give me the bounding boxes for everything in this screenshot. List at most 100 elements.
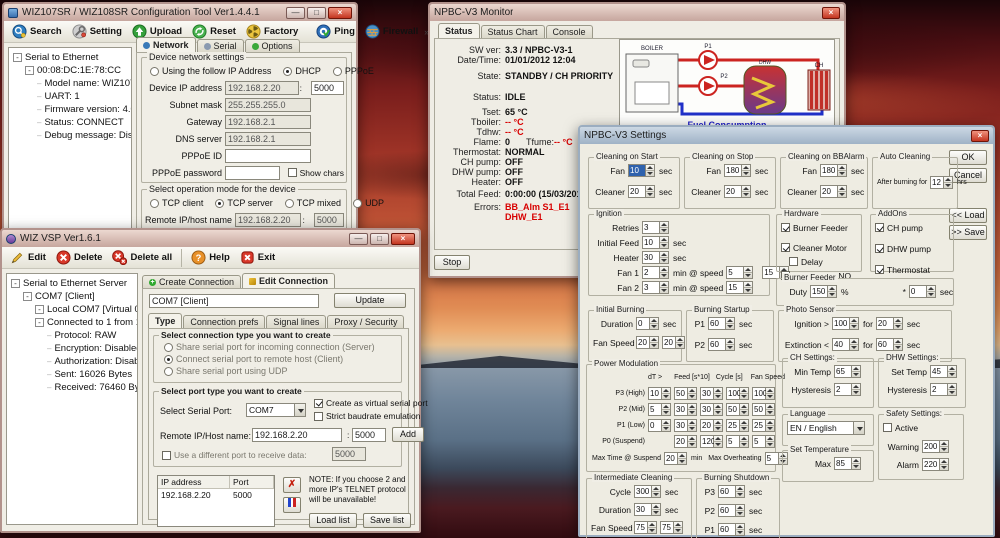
spinner-down-icon[interactable] — [766, 442, 774, 447]
spinner-down-icon[interactable] — [838, 171, 846, 176]
load-list-button[interactable]: Load list — [309, 513, 357, 528]
update-button[interactable]: Update — [334, 293, 406, 308]
spinner-value[interactable]: 0 — [636, 317, 650, 330]
spinner-value[interactable]: 85 — [834, 457, 852, 470]
spinner-arrows[interactable] — [766, 435, 775, 448]
receive-port-input[interactable]: 5000 — [332, 447, 366, 461]
spinner-down-icon[interactable] — [742, 192, 750, 197]
load-settings-button[interactable]: << Load — [949, 208, 987, 223]
radio-icon[interactable] — [284, 198, 294, 208]
tree-expand-icon[interactable]: - — [13, 53, 22, 62]
spinner-value[interactable]: 20 — [628, 185, 646, 198]
remote-ip-host-name-input[interactable]: 192.168.2.20 — [235, 212, 302, 227]
spinner-arrows[interactable] — [940, 458, 949, 471]
gateway-input[interactable]: 192.168.2.1 — [225, 114, 311, 129]
spinner-value[interactable]: 10 — [642, 236, 660, 249]
checkbox-delay[interactable]: Delay — [789, 257, 823, 267]
spinner-down-icon[interactable] — [726, 345, 734, 350]
spinner-value[interactable]: 100 — [726, 387, 741, 400]
spinner-down-icon[interactable] — [894, 324, 902, 329]
toolbar-button-ping[interactable]: Ping — [312, 23, 359, 40]
spinner-down-icon[interactable] — [646, 192, 654, 197]
radio-tcp-server[interactable]: TCP server — [215, 198, 273, 208]
spinner-value[interactable]: 3 — [642, 221, 660, 234]
radio-icon[interactable] — [164, 366, 173, 376]
dns-server-input[interactable]: 192.168.2.1 — [225, 131, 311, 146]
radio-tcp-mixed[interactable]: TCP mixed — [284, 198, 341, 208]
spinner-arrows[interactable] — [736, 523, 745, 536]
spinner-down-icon[interactable] — [948, 372, 956, 377]
spinner-value[interactable]: 60 — [718, 504, 736, 517]
spinner-down-icon[interactable] — [944, 183, 952, 188]
spinner-arrows[interactable] — [714, 419, 723, 432]
spinner-value[interactable]: 220 — [922, 458, 940, 471]
strict-baudrate-checkbox[interactable]: Strict baudrate emulation — [314, 411, 421, 421]
spinner-down-icon[interactable] — [660, 273, 668, 278]
spinner-arrows[interactable] — [893, 338, 903, 351]
spinner-value[interactable]: 50 — [726, 403, 740, 416]
tab-signal-lines[interactable]: Signal lines — [266, 315, 327, 328]
spinner-down-icon[interactable] — [828, 292, 836, 297]
checkbox-icon[interactable] — [789, 257, 798, 266]
spinner-down-icon[interactable] — [678, 459, 686, 464]
tree-item-firmware-version-4-04[interactable]: – Firmware version: 4.04 — [11, 103, 131, 116]
spinner-down-icon[interactable] — [660, 228, 668, 233]
list-header-ip[interactable]: IP address — [158, 476, 230, 488]
remote-port-input[interactable]: 5000 — [352, 428, 386, 442]
spinner-arrows[interactable] — [850, 338, 859, 351]
tab-serial[interactable]: Serial — [196, 39, 244, 52]
close-button[interactable] — [328, 6, 352, 19]
checkbox-icon[interactable] — [314, 411, 323, 421]
spinner-down-icon[interactable] — [662, 394, 670, 399]
spinner-arrows[interactable] — [940, 440, 949, 453]
tab-edit-connection[interactable]: Edit Connection — [242, 273, 336, 288]
spinner-arrows[interactable] — [740, 387, 749, 400]
spinner-down-icon[interactable] — [736, 511, 744, 516]
spinner-value[interactable]: 300 — [634, 485, 652, 498]
spinner-arrows[interactable] — [688, 419, 697, 432]
spinner-value[interactable]: 75 — [634, 521, 648, 534]
tab-proxy-security[interactable]: Proxy / Security — [327, 315, 405, 328]
titlebar-config-tool[interactable]: WIZ107SR / WIZ108SR Configuration Tool V… — [4, 4, 356, 21]
spinner-value[interactable]: 65 — [834, 365, 852, 378]
spinner-value[interactable]: 30 — [634, 503, 652, 516]
tree-item-local-com7-virtual-0[interactable]: - Local COM7 [Virtual 0] — [9, 303, 137, 316]
spinner-arrows[interactable] — [650, 317, 659, 330]
checkbox-ch-pump[interactable]: CH pump — [875, 223, 923, 233]
spinner-down-icon[interactable] — [650, 324, 658, 329]
minimize-button[interactable] — [286, 6, 305, 19]
spinner-value[interactable]: 180 — [820, 164, 838, 177]
spinner-down-icon[interactable] — [940, 465, 948, 470]
spinner-value[interactable]: 25 — [752, 419, 766, 432]
spinner-arrows[interactable] — [744, 281, 754, 294]
spinner-down-icon[interactable] — [652, 492, 660, 497]
ip-port-list[interactable]: IP address Port 192.168.2.20 5000 — [157, 475, 275, 527]
spinner-arrows[interactable] — [662, 387, 671, 400]
spinner-down-icon[interactable] — [674, 528, 682, 533]
radio-icon[interactable] — [332, 66, 342, 76]
remove-ip-button[interactable]: ✗ — [283, 477, 301, 493]
spinner-value[interactable]: 20 — [663, 452, 678, 465]
spinner-value[interactable]: 50 — [674, 387, 688, 400]
chevron-down-icon[interactable] — [853, 422, 864, 434]
spinner-down-icon[interactable] — [948, 390, 956, 395]
add-button[interactable]: Add — [392, 427, 424, 442]
spinner-arrows[interactable] — [766, 419, 775, 432]
toolbar-button-firewall[interactable]: Firewall — [361, 23, 422, 40]
spinner-down-icon[interactable] — [662, 426, 670, 431]
spinner-arrows[interactable] — [660, 281, 669, 294]
spinner-value[interactable]: 150 — [810, 285, 828, 298]
save-settings-button[interactable]: >> Save — [949, 225, 987, 240]
spinner-arrows[interactable] — [677, 452, 687, 465]
spinner-arrows[interactable] — [688, 435, 697, 448]
save-list-button[interactable]: Save list — [363, 513, 411, 528]
virtual-port-checkbox[interactable]: Create as virtual serial port — [314, 398, 428, 408]
maximize-button[interactable] — [370, 232, 389, 245]
tree-expand-icon[interactable]: - — [35, 305, 44, 314]
tab-status-chart[interactable]: Status Chart — [480, 25, 545, 38]
subnet-mask-input[interactable]: 255.255.255.0 — [225, 97, 311, 112]
spinner-arrows[interactable] — [662, 419, 671, 432]
language-dropdown[interactable]: EN / English — [787, 421, 865, 435]
pppoe-password-input[interactable] — [225, 165, 280, 180]
spinner-down-icon[interactable] — [714, 394, 722, 399]
